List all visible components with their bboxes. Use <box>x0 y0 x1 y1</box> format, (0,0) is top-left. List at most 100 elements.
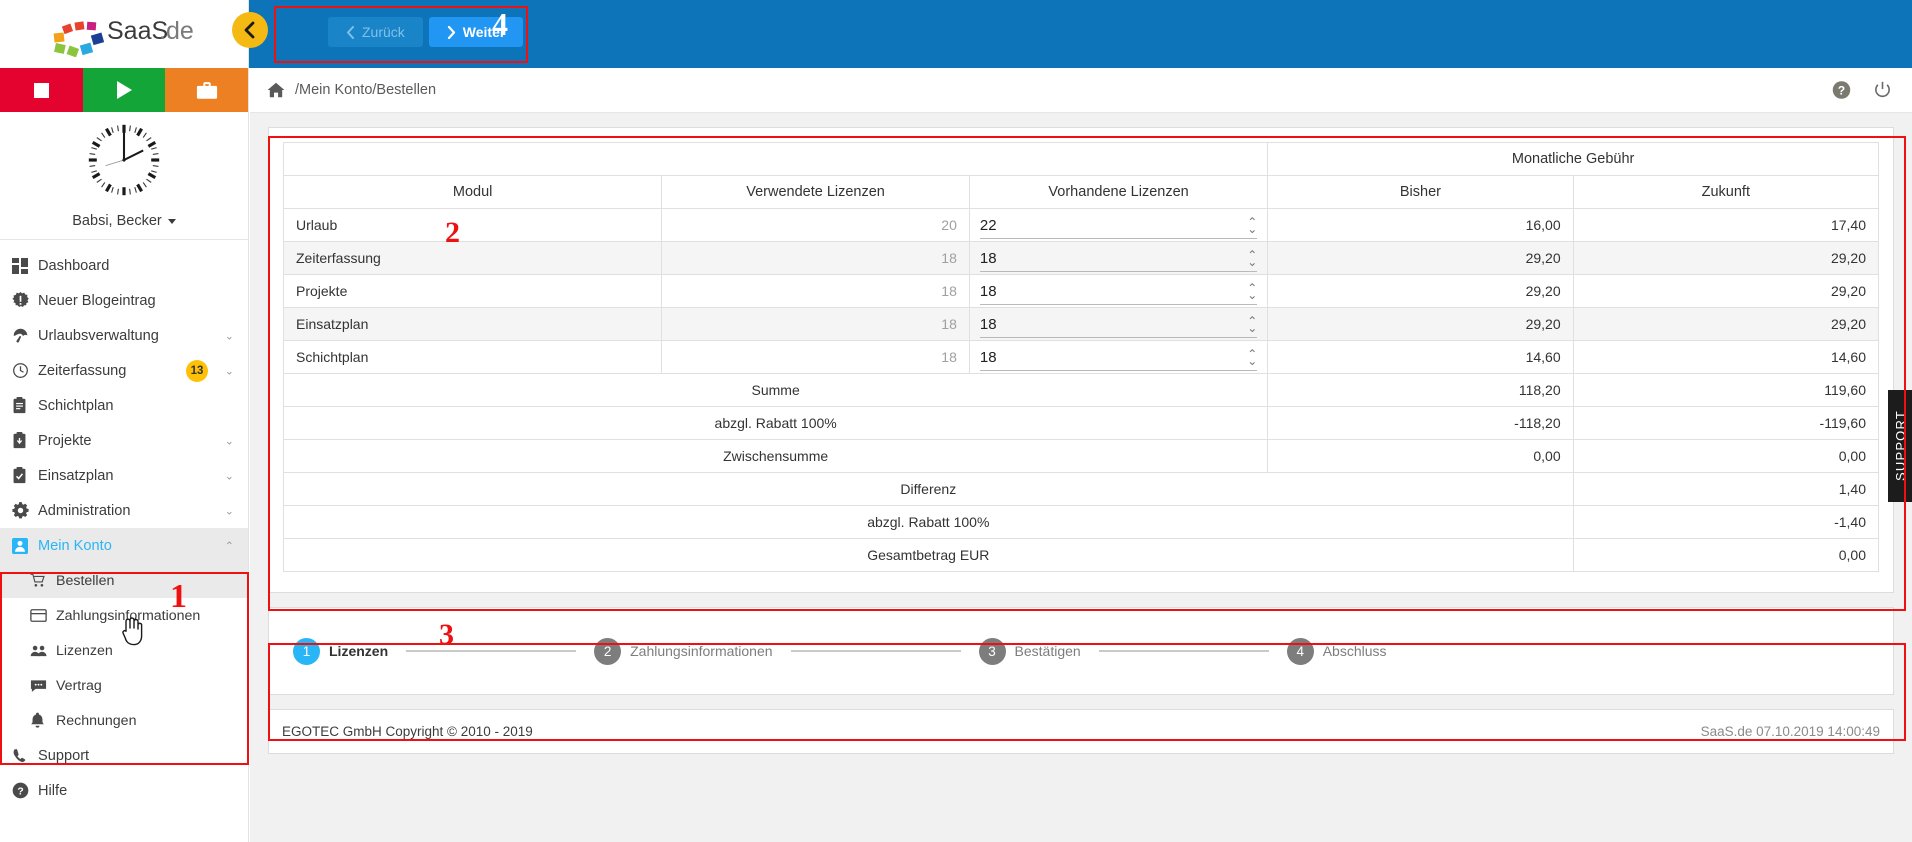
brand-logo[interactable]: SaaS .de <box>0 0 248 68</box>
sidebar-item-neuer-blogeintrag[interactable]: Neuer Blogeintrag <box>0 283 248 318</box>
step-connector <box>1081 650 1287 652</box>
step-zahlungsinformationen[interactable]: 2 Zahlungsinformationen <box>594 637 773 665</box>
back-button[interactable]: Zurück <box>328 17 423 47</box>
chevron-down-icon: ⌄ <box>224 330 234 342</box>
chevron-down-icon[interactable]: ⌄ <box>1247 223 1257 235</box>
chevron-down-icon[interactable]: ⌄ <box>1247 289 1257 301</box>
stop-button[interactable] <box>0 68 83 112</box>
license-table: Monatliche Gebühr Modul Verwendete Lizen… <box>282 142 1880 572</box>
table-row: Schichtplan 18 ⌃ ⌄ 14,60 14,60 <box>282 340 1880 374</box>
total-row: abzgl. Rabatt 100% -1,40 <box>283 505 1880 539</box>
summary-label: abzgl. Rabatt 100% <box>282 406 1269 440</box>
spinner-arrows[interactable]: ⌃ ⌄ <box>1247 216 1257 235</box>
sidebar-item-label: Schichtplan <box>38 397 114 414</box>
summary-row: Summe 118,20 119,60 <box>282 373 1880 407</box>
license-stepper[interactable]: ⌃ ⌄ <box>979 313 1258 338</box>
summary-label: Zwischensumme <box>282 439 1269 473</box>
home-icon[interactable] <box>267 82 285 98</box>
application-window: SaaS .de Babsi, Becker Dashboard Neuer B… <box>0 0 1912 842</box>
cell-modul: Zeiterfassung <box>282 241 663 275</box>
contract-icon <box>30 679 56 693</box>
license-input[interactable] <box>979 283 1160 300</box>
spinner-arrows[interactable]: ⌃ ⌄ <box>1247 348 1257 367</box>
step-number: 3 <box>978 637 1006 665</box>
people-icon <box>30 644 56 658</box>
step-connector <box>388 650 594 652</box>
total-label: Differenz <box>283 472 1574 506</box>
license-input[interactable] <box>979 217 1160 234</box>
chevron-down-icon: ⌄ <box>224 505 234 517</box>
license-stepper[interactable]: ⌃ ⌄ <box>979 247 1258 272</box>
license-input[interactable] <box>979 316 1160 333</box>
support-tab[interactable]: SUPPORT <box>1888 390 1912 502</box>
power-icon[interactable] <box>1873 81 1892 100</box>
column-header-used-licenses: Verwendete Lizenzen <box>661 175 970 209</box>
sidebar-item-mein-konto[interactable]: Mein Konto ⌃ <box>0 528 248 563</box>
spinner-arrows[interactable]: ⌃ ⌄ <box>1247 315 1257 334</box>
sidebar-nav: Dashboard Neuer Blogeintrag Urlaubsverwa… <box>0 240 248 808</box>
sidebar-item-zeiterfassung[interactable]: Zeiterfassung 13 ⌄ <box>0 353 248 388</box>
license-input[interactable] <box>979 349 1160 366</box>
sidebar-item-label: Neuer Blogeintrag <box>38 292 156 309</box>
next-button[interactable]: Weiter <box>428 17 524 47</box>
saas-logo-icon: SaaS .de <box>53 17 194 57</box>
sidebar-item-urlaubsverwaltung[interactable]: Urlaubsverwaltung ⌄ <box>0 318 248 353</box>
sidebar-item-dashboard[interactable]: Dashboard <box>0 248 248 283</box>
cell-zukunft: 17,40 <box>1572 208 1880 242</box>
summary-bisher: 118,20 <box>1267 373 1574 407</box>
spinner-arrows[interactable]: ⌃ ⌄ <box>1247 249 1257 268</box>
play-button[interactable] <box>82 68 166 112</box>
breadcrumb-bar: /Mein Konto/Bestellen ? <box>250 68 1912 113</box>
chevron-down-icon: ⌄ <box>224 365 234 377</box>
chevron-down-icon: ⌄ <box>224 470 234 482</box>
license-stepper[interactable]: ⌃ ⌄ <box>979 346 1258 371</box>
chevron-right-icon <box>447 25 455 39</box>
cell-zukunft: 14,60 <box>1572 340 1880 374</box>
chevron-down-icon[interactable]: ⌄ <box>1247 355 1257 367</box>
total-value: 0,00 <box>1572 538 1880 572</box>
summary-zukunft: 119,60 <box>1572 373 1880 407</box>
chevron-left-icon <box>244 21 255 39</box>
license-input[interactable] <box>979 250 1160 267</box>
sidebar-item-hilfe[interactable]: ? Hilfe <box>0 773 248 808</box>
sidebar-item-rechnungen[interactable]: Rechnungen <box>0 703 248 738</box>
chevron-down-icon[interactable]: ⌄ <box>1247 256 1257 268</box>
step-number: 2 <box>594 637 622 665</box>
spinner-arrows[interactable]: ⌃ ⌄ <box>1247 282 1257 301</box>
sidebar-item-label: Vertrag <box>56 677 102 694</box>
license-stepper[interactable]: ⌃ ⌄ <box>979 214 1258 239</box>
license-table-card: 2 Monatliche Gebühr Modul Verwendete Liz… <box>268 127 1894 593</box>
sidebar-item-bestellen[interactable]: Bestellen <box>0 563 248 598</box>
cell-used: 18 <box>661 340 970 374</box>
briefcase-button[interactable] <box>165 68 249 112</box>
sidebar-item-einsatzplan[interactable]: Einsatzplan ⌄ <box>0 458 248 493</box>
summary-row: abzgl. Rabatt 100% -118,20 -119,60 <box>282 406 1880 440</box>
chevron-down-icon[interactable]: ⌄ <box>1247 322 1257 334</box>
summary-row: Zwischensumme 0,00 0,00 <box>282 439 1880 473</box>
bell-icon <box>30 712 56 729</box>
chevron-up-icon: ⌃ <box>224 540 234 552</box>
sidebar-item-vertrag[interactable]: Vertrag <box>0 668 248 703</box>
help-circle-icon[interactable]: ? <box>1832 81 1851 100</box>
sidebar-item-label: Zeiterfassung <box>38 362 127 379</box>
step-bestaetigen[interactable]: 3 Bestätigen <box>978 637 1081 665</box>
sidebar-item-support[interactable]: Support <box>0 738 248 773</box>
total-row: Gesamtbetrag EUR 0,00 <box>283 538 1880 572</box>
sidebar-item-projekte[interactable]: Projekte ⌄ <box>0 423 248 458</box>
support-tab-label: SUPPORT <box>1892 410 1908 482</box>
step-number: 1 <box>293 637 320 665</box>
cell-bisher: 29,20 <box>1267 241 1574 275</box>
alert-icon <box>12 292 38 309</box>
sidebar-collapse-button[interactable] <box>232 12 268 48</box>
total-value: 1,40 <box>1572 472 1880 506</box>
wizard-stepper: 1 Lizenzen 2 Zahlungsinformationen 3 Bes… <box>293 637 1387 665</box>
sidebar-item-administration[interactable]: Administration ⌄ <box>0 493 248 528</box>
user-menu[interactable]: Babsi, Becker <box>0 202 248 240</box>
user-icon <box>12 537 38 554</box>
license-stepper[interactable]: ⌃ ⌄ <box>979 280 1258 305</box>
svg-text:?: ? <box>17 786 23 797</box>
step-abschluss[interactable]: 4 Abschluss <box>1286 637 1387 665</box>
step-lizenzen[interactable]: 1 Lizenzen <box>293 637 388 665</box>
cell-modul: Einsatzplan <box>282 307 663 341</box>
sidebar-item-schichtplan[interactable]: Schichtplan <box>0 388 248 423</box>
